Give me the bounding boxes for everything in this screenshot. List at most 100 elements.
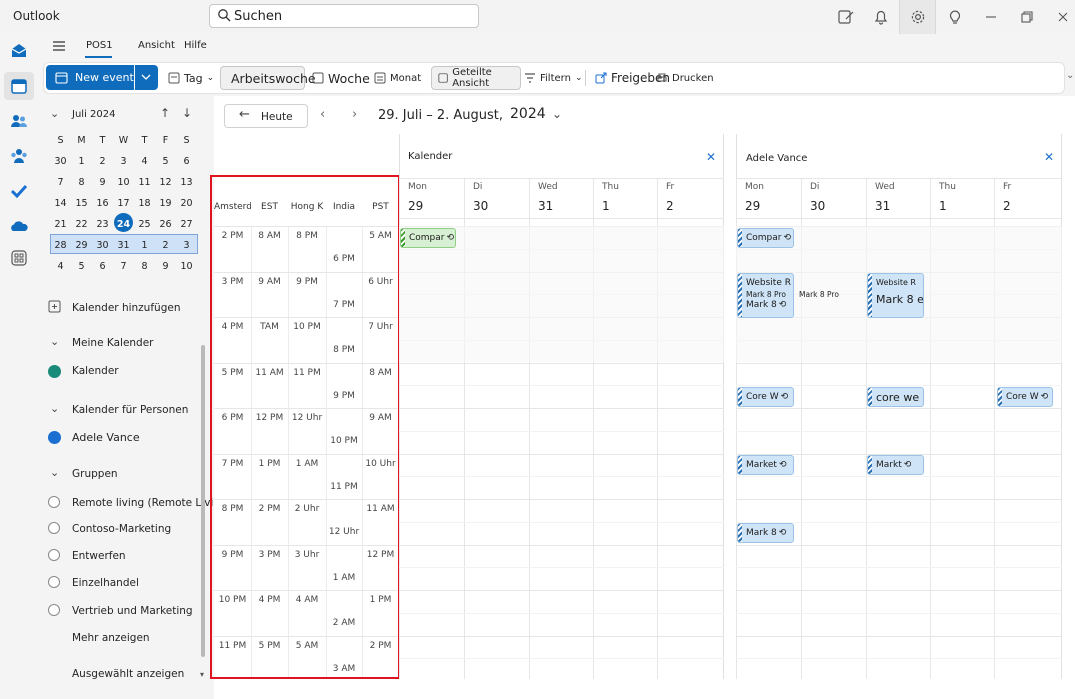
group-item[interactable]: Vertrieb und Marketing bbox=[72, 605, 193, 617]
minical-day[interactable]: 5 bbox=[71, 256, 92, 277]
groups-chevron-icon[interactable]: ⌄ bbox=[50, 466, 59, 479]
minical-day[interactable]: 18 bbox=[134, 193, 155, 214]
restore-icon[interactable] bbox=[1018, 8, 1036, 26]
minical-day[interactable]: 16 bbox=[92, 193, 113, 214]
tab-help[interactable]: Hilfe bbox=[184, 40, 207, 51]
minical-day[interactable]: 2 bbox=[155, 235, 176, 256]
groups-icon[interactable] bbox=[10, 147, 28, 165]
minical-day[interactable]: 10 bbox=[113, 172, 134, 193]
tab-home[interactable]: POS1 bbox=[86, 40, 113, 51]
minical-day[interactable]: 24 bbox=[113, 214, 134, 235]
minical-day[interactable]: 31 bbox=[113, 235, 134, 256]
minical-day[interactable]: 20 bbox=[176, 193, 197, 214]
minical-day[interactable]: 21 bbox=[50, 214, 71, 235]
date-range-label[interactable]: 29. Juli – 2. August, bbox=[378, 108, 503, 123]
calendar-event[interactable]: Markt ⟲ bbox=[867, 455, 924, 475]
minical-day[interactable]: 28 bbox=[50, 235, 71, 256]
minical-day[interactable]: 6 bbox=[92, 256, 113, 277]
minical-day[interactable]: 9 bbox=[92, 172, 113, 193]
settings-button[interactable] bbox=[899, 0, 936, 34]
calendar-event[interactable]: Compar ⟲ bbox=[400, 228, 456, 248]
workweek-view-button[interactable]: Arbeitswoche bbox=[220, 66, 316, 90]
group-item[interactable]: Entwerfen bbox=[72, 550, 126, 562]
minical-collapse-icon[interactable]: ⌄ bbox=[50, 107, 59, 120]
split-view-button[interactable]: Geteilte Ansicht bbox=[431, 66, 521, 90]
minical-day[interactable]: 4 bbox=[134, 151, 155, 172]
calendar-checked-icon[interactable] bbox=[48, 365, 61, 378]
group-item[interactable]: Contoso-Marketing bbox=[72, 523, 171, 535]
minical-day[interactable]: 10 bbox=[176, 256, 197, 277]
people-calendars-heading[interactable]: Kalender für Personen bbox=[72, 404, 188, 416]
minical-day[interactable]: 12 bbox=[155, 172, 176, 193]
minical-day[interactable]: 25 bbox=[134, 214, 155, 235]
minical-day[interactable]: 22 bbox=[71, 214, 92, 235]
group-radio[interactable] bbox=[48, 604, 60, 616]
minical-day[interactable]: 13 bbox=[176, 172, 197, 193]
show-more-link[interactable]: Mehr anzeigen bbox=[72, 632, 150, 644]
date-picker-chevron-icon[interactable]: ⌄ bbox=[552, 107, 562, 121]
minical-day[interactable]: 30 bbox=[50, 151, 71, 172]
minical-day[interactable]: 11 bbox=[134, 172, 155, 193]
group-radio[interactable] bbox=[48, 522, 60, 534]
minical-day[interactable]: 5 bbox=[155, 151, 176, 172]
group-radio[interactable] bbox=[48, 549, 60, 561]
group-item[interactable]: Remote living (Remote Living) bbox=[72, 497, 231, 509]
bell-icon[interactable] bbox=[872, 8, 890, 26]
groups-heading[interactable]: Gruppen bbox=[72, 468, 118, 480]
close-adele-panel-icon[interactable]: ✕ bbox=[1044, 150, 1054, 164]
calendar-event[interactable]: Mark 8 ⟲ bbox=[737, 523, 794, 543]
my-calendars-heading[interactable]: Meine Kalender bbox=[72, 337, 154, 349]
calendar-event[interactable]: Website R Mark 8 Pro Mark 8 ⟲ bbox=[737, 273, 794, 318]
filter-button[interactable]: Filtern ⌄ bbox=[524, 66, 582, 90]
calendar-event[interactable]: Core W ⟲ bbox=[737, 387, 794, 407]
calendar-event[interactable]: Core W ⟲ bbox=[997, 387, 1053, 407]
add-calendar-link[interactable]: Kalender hinzufügen bbox=[72, 302, 180, 314]
show-selected-link[interactable]: Ausgewählt anzeigen bbox=[72, 668, 184, 680]
people-calendars-chevron-icon[interactable]: ⌄ bbox=[50, 402, 59, 415]
search-input[interactable]: Suchen bbox=[209, 4, 479, 28]
minimize-icon[interactable] bbox=[982, 8, 1000, 26]
lightbulb-icon[interactable] bbox=[946, 8, 964, 26]
ribbon-more-icon[interactable]: ⌄ bbox=[1066, 70, 1074, 81]
group-radio[interactable] bbox=[48, 576, 60, 588]
onedrive-cloud-icon[interactable] bbox=[10, 217, 28, 235]
minical-day[interactable]: 4 bbox=[50, 256, 71, 277]
minical-day[interactable]: 19 bbox=[155, 193, 176, 214]
new-event-button[interactable]: New event bbox=[46, 65, 158, 90]
mail-icon[interactable] bbox=[10, 42, 28, 60]
minical-day[interactable]: 3 bbox=[176, 235, 197, 256]
tab-view[interactable]: Ansicht bbox=[138, 40, 175, 51]
calendar-event[interactable]: core we bbox=[867, 387, 924, 407]
minical-day[interactable]: 26 bbox=[155, 214, 176, 235]
group-item[interactable]: Einzelhandel bbox=[72, 577, 139, 589]
minical-day[interactable]: 17 bbox=[113, 193, 134, 214]
adele-checked-icon[interactable] bbox=[48, 431, 61, 444]
minical-day[interactable]: 29 bbox=[71, 235, 92, 256]
close-kalender-panel-icon[interactable]: ✕ bbox=[706, 150, 716, 164]
calendar-event[interactable]: Market ⟲ bbox=[737, 455, 794, 475]
close-icon[interactable] bbox=[1054, 8, 1072, 26]
hamburger-menu-icon[interactable] bbox=[52, 40, 66, 52]
arrow-up-icon[interactable]: ↑ bbox=[160, 106, 170, 120]
calendar-event[interactable]: Website R Mark 8 e bbox=[867, 273, 924, 318]
prev-week-icon[interactable]: ‹ bbox=[320, 107, 325, 122]
minical-day[interactable]: 9 bbox=[155, 256, 176, 277]
todo-check-icon[interactable] bbox=[10, 182, 28, 200]
minical-day[interactable]: 23 bbox=[92, 214, 113, 235]
adele-vance-item[interactable]: Adele Vance bbox=[72, 431, 140, 444]
minical-day[interactable]: 8 bbox=[71, 172, 92, 193]
minical-day[interactable]: 3 bbox=[113, 151, 134, 172]
minical-day[interactable]: 2 bbox=[92, 151, 113, 172]
week-view-button[interactable]: Woche bbox=[312, 66, 370, 90]
print-button[interactable]: Drucken bbox=[656, 66, 714, 90]
people-icon[interactable] bbox=[10, 112, 28, 130]
compose-note-icon[interactable] bbox=[837, 8, 855, 26]
sidebar-scrollbar[interactable] bbox=[201, 345, 205, 657]
chevron-down-icon[interactable] bbox=[141, 73, 151, 81]
minical-day[interactable]: 15 bbox=[71, 193, 92, 214]
event-text[interactable]: Mark 8 Pro bbox=[799, 290, 839, 299]
minical-day[interactable]: 30 bbox=[92, 235, 113, 256]
day-view-button[interactable]: Tag ⌄ bbox=[168, 66, 214, 90]
minical-day[interactable]: 1 bbox=[71, 151, 92, 172]
arrow-down-icon[interactable]: ↓ bbox=[182, 106, 192, 120]
